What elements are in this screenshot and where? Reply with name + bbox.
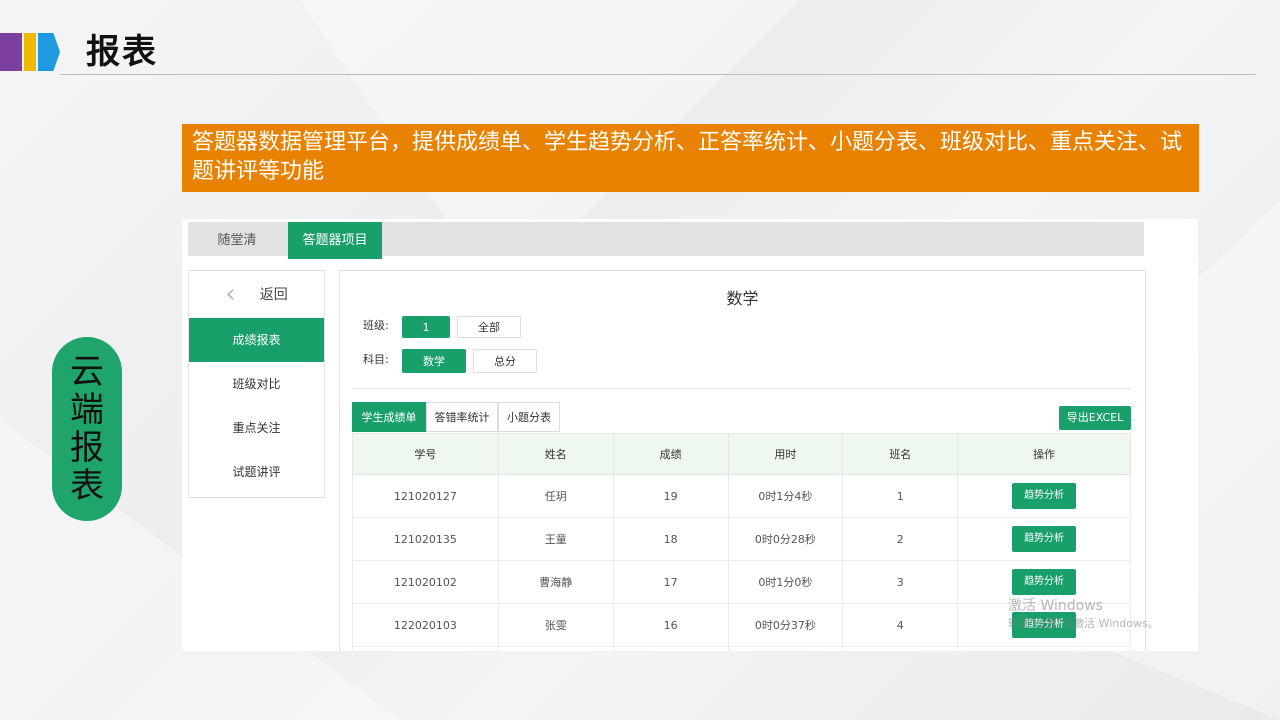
table-row: 121020127 任玥 19 0时1分4秒 1 趋势分析: [352, 474, 1131, 518]
column-header[interactable]: 班名: [842, 433, 959, 475]
cell-action: 趋势分析: [957, 474, 1131, 518]
app-screenshot: 随堂清 答题器项目 ‹ 返回 成绩报表 班级对比 重点关注 试题讲评 数学 班级…: [182, 219, 1198, 651]
cell-score: 16: [612, 603, 729, 647]
feature-banner: 答题器数据管理平台，提供成绩单、学生趋势分析、正答率统计、小题分表、班级对比、重…: [182, 124, 1199, 192]
cell-score: [612, 646, 729, 651]
cell-time: 0时0分28秒: [727, 517, 844, 561]
cell-name: 任玥: [497, 474, 614, 518]
cell-rank: [842, 646, 959, 651]
sidebar-item-focus[interactable]: 重点关注: [189, 406, 324, 450]
sidebar-item-class-compare[interactable]: 班级对比: [189, 362, 324, 406]
cell-rank: 3: [842, 560, 959, 604]
class-option-1[interactable]: 1: [402, 316, 450, 338]
column-header[interactable]: 姓名: [497, 433, 614, 475]
cell-name: 张雯: [497, 603, 614, 647]
class-filter-label: 班级:: [363, 319, 389, 332]
table-header-row: 学号 姓名 成绩 用时 班名 操作: [352, 433, 1131, 475]
side-label-char: 云: [70, 352, 104, 392]
sidebar-item-review[interactable]: 试题讲评: [189, 450, 324, 494]
cell-name: [497, 646, 614, 651]
chevron-left-icon: ‹: [225, 279, 236, 309]
subject-title: 数学: [726, 289, 759, 308]
class-option-all[interactable]: 全部: [457, 316, 521, 338]
section-divider: [352, 388, 1131, 389]
export-excel-button[interactable]: 导出EXCEL: [1059, 406, 1131, 430]
sidebar: ‹ 返回 成绩报表 班级对比 重点关注 试题讲评: [188, 270, 325, 498]
cell-rank: 4: [842, 603, 959, 647]
cell-student-id: [352, 646, 499, 651]
cell-student-id: 121020127: [352, 474, 499, 518]
side-label-pill: 云 端 报 表: [52, 337, 122, 521]
back-label: 返回: [259, 287, 288, 303]
tab-clicker-project[interactable]: 答题器项目: [288, 222, 382, 259]
tab-student-scores[interactable]: 学生成绩单: [352, 402, 426, 432]
cell-time: [727, 646, 844, 651]
cell-rank: 1: [842, 474, 959, 518]
windows-activation-watermark: 激活 Windows 转到"设置"以激活 Windows。: [1008, 597, 1159, 633]
trend-analysis-button[interactable]: 趋势分析: [1012, 483, 1077, 509]
trend-analysis-button[interactable]: 趋势分析: [1012, 569, 1077, 595]
column-header[interactable]: 学号: [352, 433, 499, 475]
cell-student-id: 121020135: [352, 517, 499, 561]
cell-score: 19: [612, 474, 729, 518]
side-label-char: 表: [70, 466, 104, 506]
side-label-char: 报: [70, 428, 104, 468]
cell-name: 王童: [497, 517, 614, 561]
subject-option-math[interactable]: 数学: [402, 349, 466, 373]
tab-question-scores[interactable]: 小题分表: [498, 402, 560, 432]
watermark-line1: 激活 Windows: [1008, 598, 1103, 614]
cell-action: [957, 646, 1131, 651]
slide-title: 报表: [86, 32, 158, 72]
back-button[interactable]: ‹ 返回: [189, 271, 324, 318]
cell-time: 0时0分37秒: [727, 603, 844, 647]
cell-time: 0时1分4秒: [727, 474, 844, 518]
cell-student-id: 121020102: [352, 560, 499, 604]
subject-filter-label: 科目:: [363, 353, 389, 366]
cell-time: 0时1分0秒: [727, 560, 844, 604]
sidebar-item-score-report[interactable]: 成绩报表: [189, 318, 324, 362]
column-header[interactable]: 成绩: [612, 433, 729, 475]
tab-error-rate[interactable]: 答错率统计: [426, 402, 498, 432]
cell-rank: 2: [842, 517, 959, 561]
tab-suitangqing[interactable]: 随堂清: [188, 222, 286, 259]
table-row: [352, 646, 1131, 651]
side-label-char: 端: [70, 390, 104, 430]
cell-action: 趋势分析: [957, 517, 1131, 561]
subject-option-total[interactable]: 总分: [473, 349, 537, 373]
trend-analysis-button[interactable]: 趋势分析: [1012, 526, 1077, 552]
column-header: 操作: [957, 433, 1131, 475]
cell-score: 18: [612, 517, 729, 561]
title-accent-bars: [0, 33, 70, 71]
cell-name: 曹海静: [497, 560, 614, 604]
top-tab-bar: 随堂清 答题器项目: [188, 222, 1144, 259]
cell-score: 17: [612, 560, 729, 604]
watermark-line2: 转到"设置"以激活 Windows。: [1008, 617, 1159, 630]
title-underline: [60, 74, 1256, 75]
cell-student-id: 122020103: [352, 603, 499, 647]
table-row: 121020135 王童 18 0时0分28秒 2 趋势分析: [352, 517, 1131, 561]
column-header[interactable]: 用时: [727, 433, 844, 475]
report-panel: 数学 班级: 1 全部 科目: 数学 总分 学生成绩单 答错率统计 小题分表 导…: [339, 270, 1146, 651]
